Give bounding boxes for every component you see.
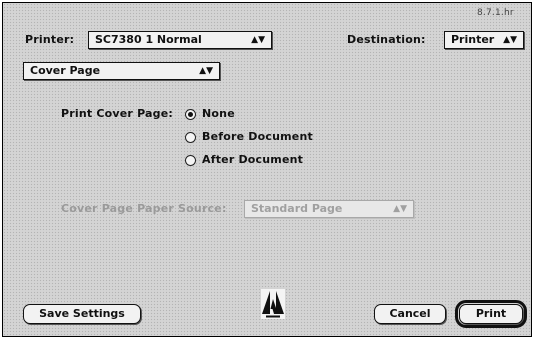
updown-arrow-icon: ▲▼ [199, 66, 213, 76]
print-button[interactable]: Print [455, 300, 527, 328]
updown-arrow-icon: ▲▼ [503, 35, 517, 45]
radio-label-before-document[interactable]: Before Document [202, 130, 313, 143]
radio-button-before-document[interactable] [185, 132, 196, 143]
section-popup-value: Cover Page [30, 64, 101, 77]
printer-popup[interactable]: SC7380 1 Normal ▲▼ [88, 31, 272, 49]
destination-popup-value: Printer [451, 33, 495, 46]
cancel-button[interactable]: Cancel [374, 304, 446, 324]
version-label: 8.7.1.hr [477, 8, 514, 18]
radio-label-after-document[interactable]: After Document [202, 153, 303, 166]
radio-button-none[interactable] [185, 109, 196, 120]
paper-source-label: Cover Page Paper Source: [61, 202, 227, 215]
destination-label: Destination: [347, 33, 426, 46]
updown-arrow-icon: ▲▼ [393, 204, 407, 214]
printer-popup-value: SC7380 1 Normal [95, 33, 202, 46]
paper-source-popup-value: Standard Page [251, 202, 343, 215]
print-cover-page-label: Print Cover Page: [61, 107, 174, 120]
save-settings-button[interactable]: Save Settings [23, 304, 141, 324]
updown-arrow-icon: ▲▼ [251, 35, 265, 45]
print-dialog: 8.7.1.hr Printer: SC7380 1 Normal ▲▼ Des… [2, 2, 532, 337]
printer-label: Printer: [25, 33, 75, 46]
radio-label-none[interactable]: None [202, 107, 235, 120]
radio-button-after-document[interactable] [185, 155, 196, 166]
section-popup[interactable]: Cover Page ▲▼ [23, 62, 220, 80]
paper-source-popup[interactable]: Standard Page ▲▼ [244, 200, 414, 218]
destination-popup[interactable]: Printer ▲▼ [444, 31, 524, 49]
adobe-logo-icon [261, 289, 285, 319]
